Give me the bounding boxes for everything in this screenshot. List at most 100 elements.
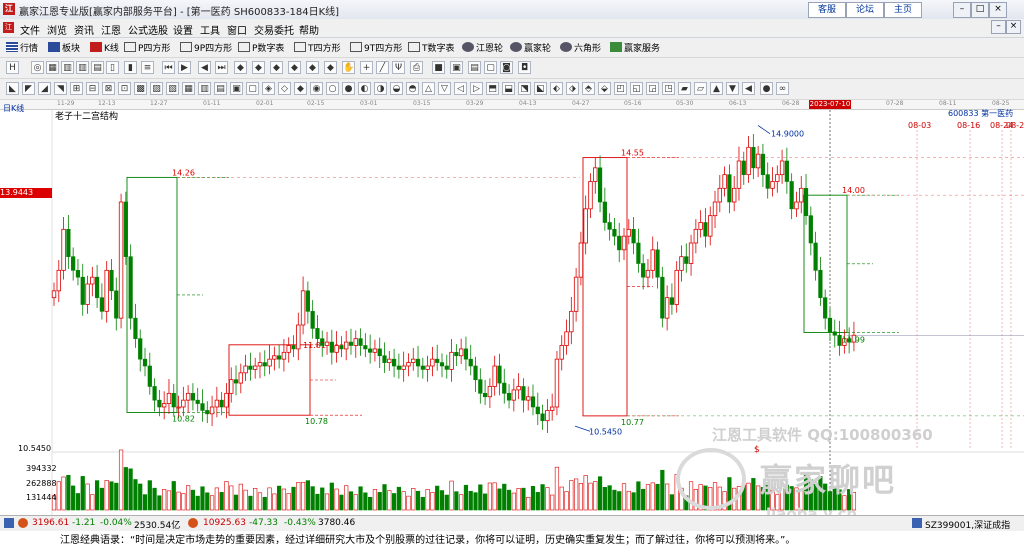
tool-ak-icon[interactable]: ⬘: [582, 82, 595, 95]
support-link[interactable]: 客服: [808, 2, 846, 18]
quotes-button[interactable]: 行情: [6, 41, 38, 54]
tool-n-icon[interactable]: ▤: [214, 82, 227, 95]
tool-i-icon[interactable]: ▩: [134, 82, 147, 95]
tool-ab-icon[interactable]: ▽: [438, 82, 451, 95]
9t-square-button[interactable]: 9T四方形: [350, 41, 402, 54]
menu-trade[interactable]: 交易委托: [254, 22, 294, 37]
menu-settings[interactable]: 设置: [173, 22, 193, 37]
sector-button[interactable]: 板块: [48, 41, 80, 54]
minimize-icon[interactable]: –: [953, 2, 971, 18]
tool-ad-icon[interactable]: ▷: [470, 82, 483, 95]
tool-ai-icon[interactable]: ⬖: [550, 82, 563, 95]
menu-formula-screening[interactable]: 公式选股: [128, 22, 168, 37]
tool-l-icon[interactable]: ▦: [182, 82, 195, 95]
next-icon[interactable]: ▶: [178, 61, 191, 74]
tool-aj-icon[interactable]: ⬗: [566, 82, 579, 95]
tool-s-icon[interactable]: ◆: [294, 82, 307, 95]
menu-info[interactable]: 资讯: [74, 22, 94, 37]
sh-market-icon[interactable]: [4, 518, 14, 528]
bars2-tool-icon[interactable]: ▥: [76, 61, 89, 74]
color-picker-icon[interactable]: ●: [760, 82, 773, 95]
tool-o-icon[interactable]: ▣: [230, 82, 243, 95]
t-square-button[interactable]: T四方形: [294, 41, 341, 54]
car-icon[interactable]: ◘: [518, 61, 531, 74]
hand-tool-icon[interactable]: ✋: [342, 61, 355, 74]
tool-k-icon[interactable]: ▧: [166, 82, 179, 95]
close-icon[interactable]: ×: [989, 2, 1007, 18]
tool-as-icon[interactable]: ▲: [710, 82, 723, 95]
last-page-icon[interactable]: ⏭: [215, 61, 228, 74]
diamond6-icon[interactable]: ◆: [324, 61, 337, 74]
menu-window[interactable]: 窗口: [227, 22, 247, 37]
camera-icon[interactable]: ◙: [500, 61, 513, 74]
tool-ag-icon[interactable]: ⬔: [518, 82, 531, 95]
tool-af-icon[interactable]: ⬓: [502, 82, 515, 95]
window-icon[interactable]: ▢: [484, 61, 497, 74]
tool-aa-icon[interactable]: △: [422, 82, 435, 95]
tool-t-icon[interactable]: ◉: [310, 82, 323, 95]
tool-u-icon[interactable]: ○: [326, 82, 339, 95]
tool-ah-icon[interactable]: ⬕: [534, 82, 547, 95]
tool-w-icon[interactable]: ◐: [358, 82, 371, 95]
child-close-icon[interactable]: ×: [1006, 20, 1021, 34]
maximize-icon[interactable]: □: [971, 2, 989, 18]
gann-wheel-button[interactable]: 江恩轮: [462, 41, 503, 54]
grid-tool-icon[interactable]: ▦: [46, 61, 59, 74]
menu-gann[interactable]: 江恩: [101, 22, 121, 37]
tool-aq-icon[interactable]: ▰: [678, 82, 691, 95]
hexagon-button[interactable]: 六角形: [560, 41, 601, 54]
tool-ap-icon[interactable]: ◳: [662, 82, 675, 95]
tool-at-icon[interactable]: ▼: [726, 82, 739, 95]
tool-e-icon[interactable]: ⊞: [70, 82, 83, 95]
tool-au-icon[interactable]: ◀: [742, 82, 755, 95]
period-label[interactable]: 日K线: [3, 103, 24, 114]
candle-tool-icon[interactable]: ▯: [106, 61, 119, 74]
bars3-tool-icon[interactable]: ▤: [91, 61, 104, 74]
tool-r-icon[interactable]: ◇: [278, 82, 291, 95]
first-page-icon[interactable]: ⏮: [162, 61, 175, 74]
p-square-button[interactable]: P四方形: [124, 41, 170, 54]
prev-icon[interactable]: ◀: [198, 61, 211, 74]
table-icon[interactable]: ▤: [468, 61, 481, 74]
child-minimize-icon[interactable]: –: [991, 20, 1006, 34]
tool-q-icon[interactable]: ◈: [262, 82, 275, 95]
tool-m-icon[interactable]: ▥: [198, 82, 211, 95]
line-tool-icon[interactable]: ╱: [376, 61, 389, 74]
crosshair-icon[interactable]: +: [360, 61, 373, 74]
9p-square-button[interactable]: 9P四方形: [180, 41, 232, 54]
menu-file[interactable]: 文件: [20, 22, 40, 37]
tool-ar-icon[interactable]: ▱: [694, 82, 707, 95]
menu-browse[interactable]: 浏览: [47, 22, 67, 37]
toggle-icon[interactable]: H: [6, 61, 19, 74]
tool-an-icon[interactable]: ◱: [630, 82, 643, 95]
tool-ac-icon[interactable]: ◁: [454, 82, 467, 95]
print-icon[interactable]: ⎙: [410, 61, 423, 74]
diamond4-icon[interactable]: ◆: [288, 61, 301, 74]
tool-d-icon[interactable]: ◥: [54, 82, 67, 95]
homepage-link[interactable]: 主页: [884, 2, 922, 18]
tool-p-icon[interactable]: ▢: [246, 82, 259, 95]
diamond2-icon[interactable]: ◆: [252, 61, 265, 74]
tool-ae-icon[interactable]: ⬒: [486, 82, 499, 95]
tool-c-icon[interactable]: ◢: [38, 82, 51, 95]
bar-tool-icon[interactable]: ▮: [124, 61, 137, 74]
forum-link[interactable]: 论坛: [846, 2, 884, 18]
winner-wheel-button[interactable]: 赢家轮: [510, 41, 551, 54]
save-icon[interactable]: ■: [432, 61, 445, 74]
tool-v-icon[interactable]: ●: [342, 82, 355, 95]
winner-service-button[interactable]: 赢家服务: [610, 41, 660, 54]
tool-g-icon[interactable]: ⊠: [102, 82, 115, 95]
fork-tool-icon[interactable]: Ψ: [392, 61, 405, 74]
tool-z-icon[interactable]: ◓: [406, 82, 419, 95]
monitor-icon[interactable]: [912, 518, 922, 528]
infinity-icon[interactable]: ∞: [776, 82, 789, 95]
kline-button[interactable]: K线: [90, 41, 119, 54]
circle-tool-icon[interactable]: ◎: [31, 61, 44, 74]
tool-ao-icon[interactable]: ◲: [646, 82, 659, 95]
diamond1-icon[interactable]: ◆: [234, 61, 247, 74]
t-number-table-button[interactable]: T数字表: [408, 41, 455, 54]
tool-y-icon[interactable]: ◒: [390, 82, 403, 95]
tool-h-icon[interactable]: ⊡: [118, 82, 131, 95]
bars-tool-icon[interactable]: ▥: [61, 61, 74, 74]
app-menu-icon[interactable]: 江: [3, 22, 14, 33]
